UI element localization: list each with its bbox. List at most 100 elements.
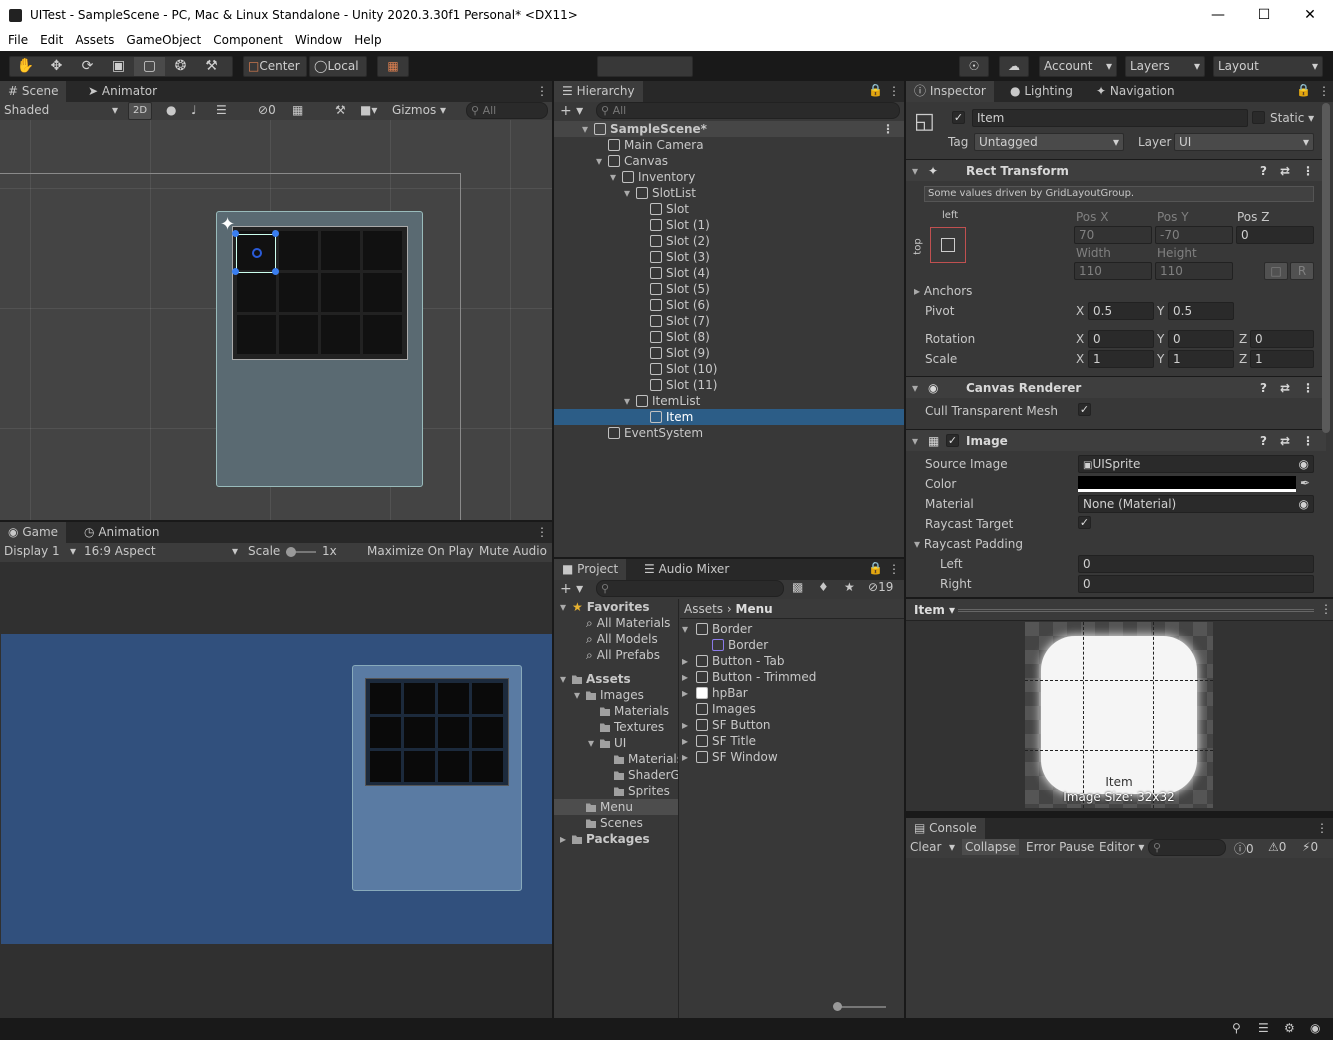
bug-icon[interactable]: ⚲ [1232, 1021, 1241, 1035]
project-tree-item[interactable]: ▾ UI [554, 735, 678, 751]
scene-root[interactable]: ▾ SampleScene* ⋮ [554, 121, 904, 137]
source-image-field[interactable]: ▣UISprite ◉ [1078, 455, 1314, 473]
gizmos-dropdown[interactable]: Gizmos ▾ [392, 103, 446, 117]
cache-icon[interactable]: ◉ [1310, 1021, 1320, 1035]
lighting-toggle-icon[interactable]: ● [166, 103, 176, 117]
hierarchy-item[interactable]: Item [554, 409, 904, 425]
object-picker-icon[interactable]: ◉ [1299, 456, 1309, 472]
hierarchy-search-input[interactable]: ⚲ All [596, 102, 900, 119]
anchor-presets-button[interactable] [930, 227, 966, 263]
project-tree-item[interactable]: Materials [554, 703, 678, 719]
project-file-item[interactable]: ▸ SF Button [680, 717, 904, 733]
layout-dropdown[interactable]: Layout ▾ [1213, 56, 1323, 77]
inspector-scrollbar[interactable] [1322, 103, 1330, 433]
error-pause-toggle[interactable]: Error Pause [1026, 840, 1094, 854]
rotation-z-field[interactable]: 0 [1250, 330, 1314, 348]
foldout-arrow-icon[interactable]: ▸ [682, 669, 696, 685]
grid-snap-button[interactable]: ▦ [377, 56, 409, 77]
hierarchy-item[interactable]: ▾ ItemList [554, 393, 904, 409]
help-icon[interactable]: ? [1260, 160, 1267, 182]
foldout-arrow-icon[interactable]: ▾ [682, 621, 696, 637]
preset-icon[interactable]: ⇄ [1280, 430, 1290, 452]
menu-component[interactable]: Component [209, 31, 287, 47]
hierarchy-item[interactable]: ▾ Inventory [554, 169, 904, 185]
project-tree-item[interactable]: ▸ Packages [554, 831, 678, 847]
foldout-arrow-icon[interactable]: ▾ [582, 121, 594, 137]
project-tree-item[interactable]: Textures [554, 719, 678, 735]
search-by-label-icon[interactable]: ♦ [818, 580, 829, 594]
scene-menu-icon[interactable]: ⋮ [882, 121, 894, 137]
project-file-item[interactable]: Border [680, 637, 904, 653]
grid-toggle-icon[interactable]: ▦ [292, 103, 303, 117]
project-file-item[interactable]: Images [680, 701, 904, 717]
tab-navigation[interactable]: ✦ Navigation [1088, 81, 1183, 102]
tab-project[interactable]: ■ Project [554, 559, 627, 580]
project-file-item[interactable]: ▸ Button - Trimmed [680, 669, 904, 685]
hierarchy-item[interactable]: Main Camera [554, 137, 904, 153]
collab-icon[interactable]: ☉ [959, 56, 989, 77]
foldout-arrow-icon[interactable]: ▾ [560, 599, 572, 615]
tools-icon[interactable]: ⚒ [335, 103, 346, 117]
height-field[interactable]: 110 [1155, 262, 1233, 280]
rotation-x-field[interactable]: 0 [1088, 330, 1154, 348]
project-tree-item[interactable]: ▾ ★ Favorites [554, 599, 678, 615]
image-enabled-checkbox[interactable]: ✓ [946, 434, 959, 447]
padding-right-field[interactable]: 0 [1078, 575, 1314, 593]
anchor-icon[interactable]: ✦ [220, 214, 235, 235]
hierarchy-item[interactable]: Slot (11) [554, 377, 904, 393]
console-search-input[interactable]: ⚲ [1148, 839, 1226, 856]
maximize-button[interactable]: ☐ [1241, 0, 1287, 31]
hierarchy-item[interactable]: Slot (4) [554, 265, 904, 281]
foldout-arrow-icon[interactable]: ▾ [610, 169, 622, 185]
cull-mesh-checkbox[interactable]: ✓ [1078, 403, 1091, 416]
foldout-arrow-icon[interactable]: ▾ [624, 185, 636, 201]
static-label[interactable]: Static ▾ [1270, 111, 1314, 125]
scale-slider-thumb[interactable] [286, 547, 296, 557]
cloud-icon[interactable]: ☁ [999, 56, 1029, 77]
2d-toggle[interactable]: 2D [128, 102, 152, 120]
camera-icon[interactable]: ■▾ [360, 103, 377, 117]
foldout-arrow-icon[interactable]: ▾ [560, 671, 572, 687]
hierarchy-item[interactable]: ▾ SlotList [554, 185, 904, 201]
static-checkbox[interactable] [1252, 111, 1265, 124]
component-menu-icon[interactable]: ⋮ [1302, 430, 1314, 452]
layer-dropdown[interactable]: UI ▾ [1174, 133, 1314, 151]
help-icon[interactable]: ? [1260, 430, 1267, 452]
corner-handle[interactable] [272, 230, 279, 237]
lock-icon[interactable]: 🔒 [868, 83, 883, 97]
clear-button[interactable]: Clear ▾ [910, 840, 955, 854]
pivot-x-field[interactable]: 0.5 [1088, 302, 1154, 320]
info-count[interactable]: ⓘ0 [1234, 840, 1254, 857]
hierarchy-item[interactable]: Slot [554, 201, 904, 217]
foldout-arrow-icon[interactable]: ▸ [682, 685, 696, 701]
active-checkbox[interactable]: ✓ [952, 111, 965, 124]
foldout-arrow-icon[interactable]: ▸ [682, 717, 696, 733]
panel-menu-icon[interactable]: ⋮ [1316, 821, 1328, 835]
tab-inspector[interactable]: ⓘ Inspector [906, 81, 994, 102]
project-tree-item[interactable]: Menu [554, 799, 678, 815]
rect-tool-icon[interactable]: ▢ [134, 57, 165, 76]
project-add-button[interactable]: + ▾ [560, 581, 583, 597]
database-icon[interactable]: ☰ [1258, 1021, 1269, 1035]
rotate-tool-icon[interactable]: ⟳ [72, 57, 103, 76]
editor-dropdown[interactable]: Editor ▾ [1099, 840, 1144, 854]
project-tree-item[interactable]: Sprites [554, 783, 678, 799]
collapse-toggle[interactable]: Collapse [962, 839, 1019, 855]
lock-icon[interactable]: 🔒 [868, 561, 883, 575]
tab-scene[interactable]: # Scene [0, 81, 67, 102]
project-tree-item[interactable]: ShaderG [554, 767, 678, 783]
mute-audio-toggle[interactable]: Mute Audio [479, 544, 547, 558]
game-viewport[interactable] [0, 562, 552, 1018]
eyedropper-icon[interactable]: ✒ [1300, 476, 1310, 490]
hierarchy-item[interactable]: Slot (2) [554, 233, 904, 249]
corner-handle[interactable] [232, 268, 239, 275]
auto-generate-icon[interactable]: ⚙ [1284, 1021, 1295, 1035]
posy-field[interactable]: -70 [1155, 226, 1233, 244]
scene-search-input[interactable]: ⚲ All [466, 102, 548, 119]
help-icon[interactable]: ? [1260, 377, 1267, 399]
color-swatch[interactable] [1078, 476, 1296, 492]
pivot-handle[interactable] [252, 248, 262, 258]
canvas-renderer-header[interactable]: ▾ ◉ Canvas Renderer ? ⇄ ⋮ [906, 376, 1326, 398]
hierarchy-item[interactable]: Slot (7) [554, 313, 904, 329]
scale-tool-icon[interactable]: ▣ [103, 57, 134, 76]
